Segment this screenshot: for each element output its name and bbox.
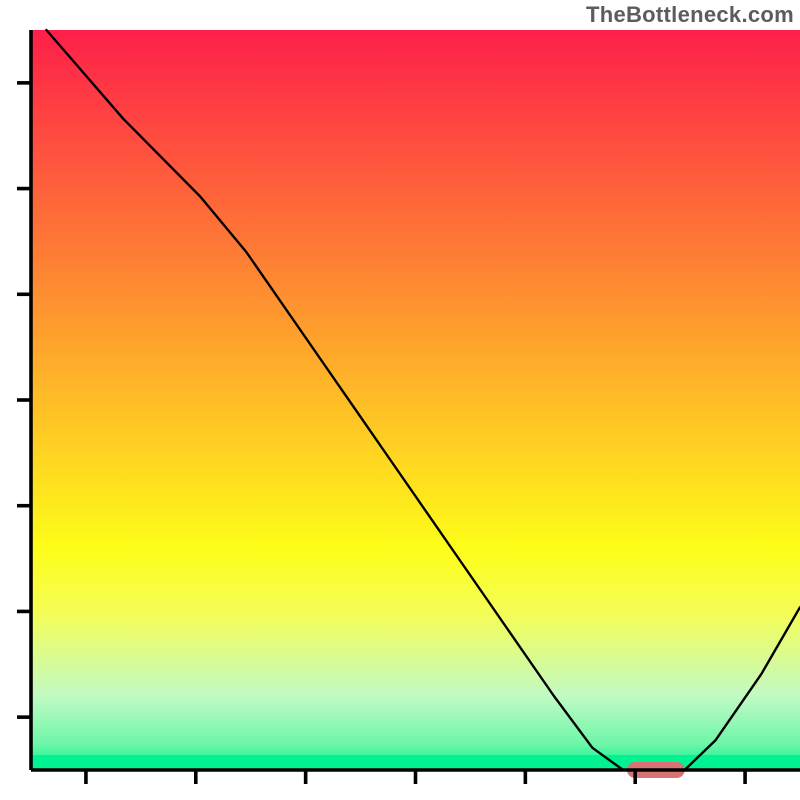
bottleneck-chart (0, 0, 800, 800)
watermark-text: TheBottleneck.com (586, 2, 794, 28)
plot-floor-band (31, 755, 800, 770)
chart-frame: TheBottleneck.com (0, 0, 800, 800)
y-ticks (17, 83, 31, 717)
